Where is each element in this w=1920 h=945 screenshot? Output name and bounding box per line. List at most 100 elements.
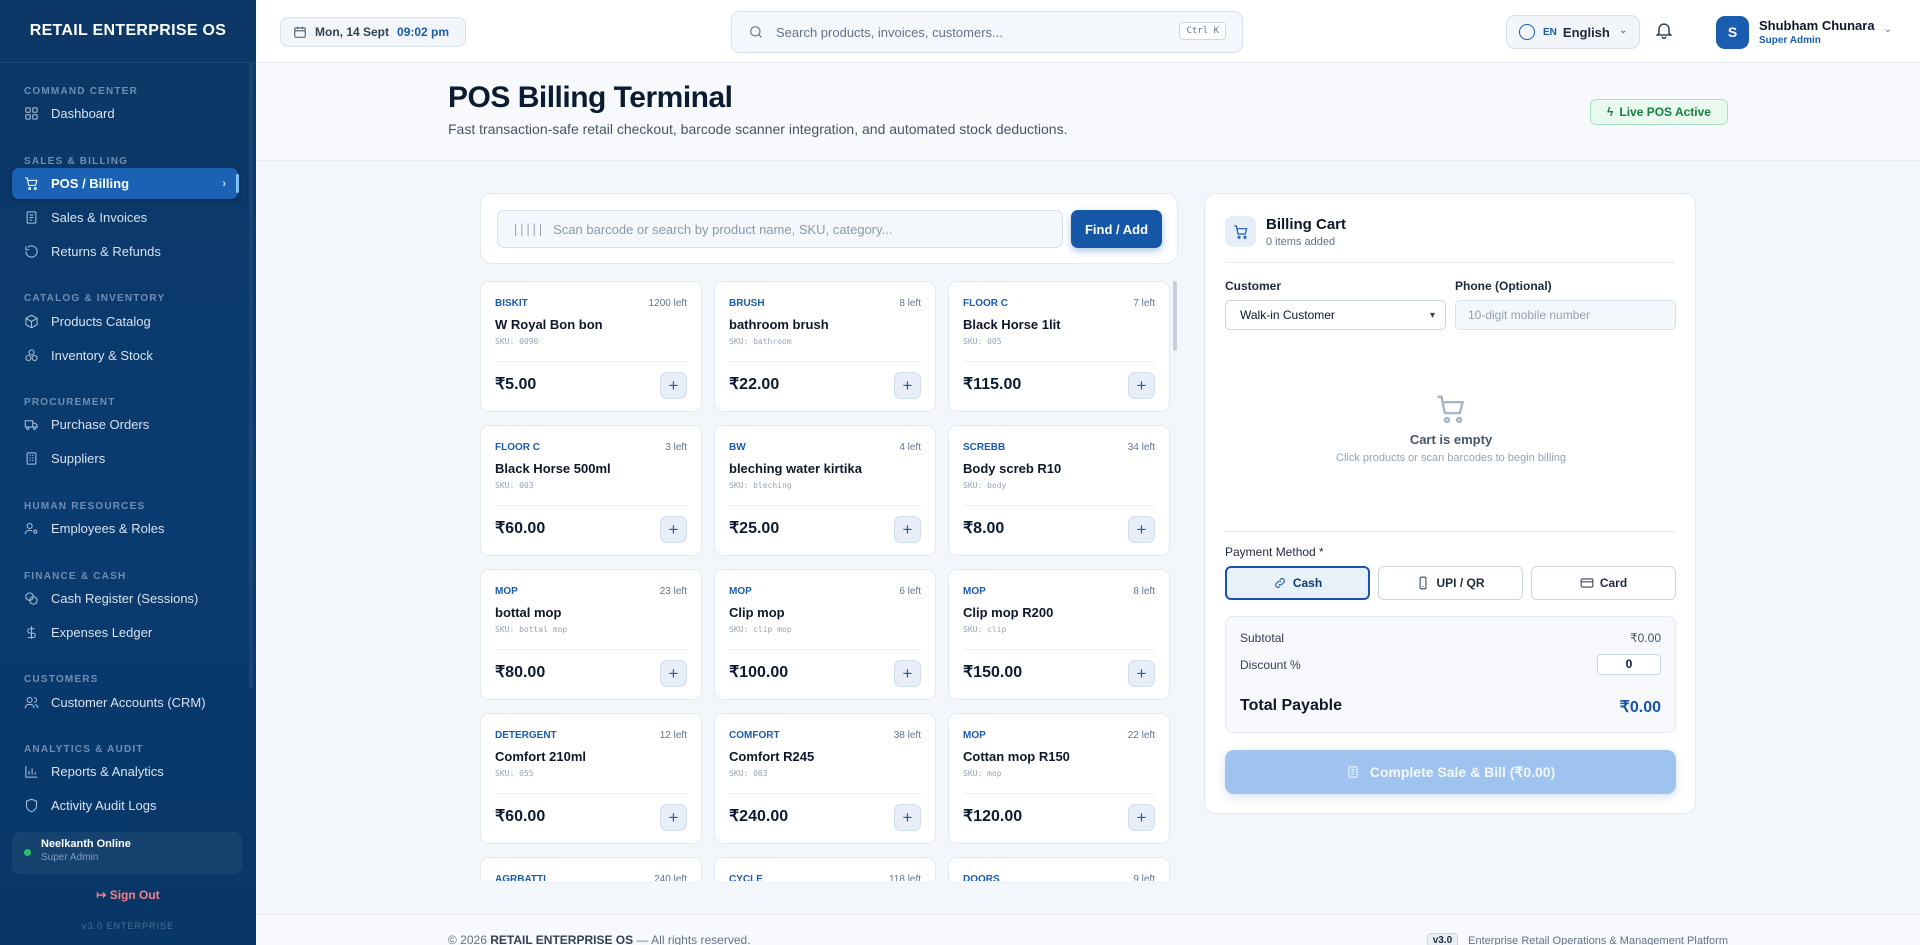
product-name: Comfort 210ml bbox=[495, 749, 587, 764]
add-to-cart-button[interactable]: + bbox=[1128, 804, 1155, 831]
divider bbox=[495, 361, 687, 362]
sidebar-item-purchase-orders[interactable]: Purchase Orders bbox=[12, 409, 238, 440]
product-card[interactable]: CYCLE118 left+ bbox=[714, 857, 936, 881]
sidebar-section-title: ANALYTICS & AUDIT bbox=[24, 744, 144, 755]
sidebar-item-inventory-stock[interactable]: Inventory & Stock bbox=[12, 340, 238, 371]
sidebar-item-reports-analytics[interactable]: Reports & Analytics bbox=[12, 756, 238, 787]
product-card[interactable]: COMFORT 38 left Comfort R245 SKU: 063 ₹240.0… bbox=[714, 713, 936, 844]
product-sku: SKU: body bbox=[963, 481, 1007, 490]
discount-input[interactable]: 0 bbox=[1597, 654, 1661, 675]
divider bbox=[1225, 262, 1675, 263]
avatar: S bbox=[1716, 15, 1749, 49]
sidebar-item-suppliers[interactable]: Suppliers bbox=[12, 443, 238, 474]
footer-tagline: Enterprise Retail Operations & Managemen… bbox=[1468, 934, 1728, 945]
building-icon bbox=[26, 452, 37, 465]
sidebar-item-returns-refunds[interactable]: Returns & Refunds bbox=[12, 236, 238, 267]
bar-chart-icon bbox=[25, 765, 38, 778]
total-payable-value: ₹0.00 bbox=[1619, 699, 1661, 716]
notifications-button[interactable] bbox=[1654, 20, 1676, 42]
online-status-card: Neelkanth Online Super Admin bbox=[12, 832, 242, 874]
payment-card-button[interactable]: Card bbox=[1531, 566, 1676, 600]
product-category: COMFORT bbox=[729, 730, 780, 741]
add-to-cart-button[interactable]: + bbox=[894, 804, 921, 831]
add-to-cart-button[interactable]: + bbox=[894, 516, 921, 543]
empty-cart-icon bbox=[1437, 395, 1465, 424]
sidebar-item-label: Activity Audit Logs bbox=[51, 798, 157, 813]
scanner-panel: ||||| Scan barcode or search by product … bbox=[480, 193, 1178, 264]
product-name: W Royal Bon bon bbox=[495, 317, 603, 332]
payment-cash-button[interactable]: Cash bbox=[1225, 566, 1370, 600]
product-price: ₹100.00 bbox=[729, 664, 789, 681]
divider bbox=[963, 505, 1155, 506]
sidebar-item-activity-audit-logs[interactable]: Activity Audit Logs bbox=[12, 790, 238, 820]
sidebar-item-employees-roles[interactable]: Employees & Roles bbox=[12, 513, 238, 544]
sign-out-button[interactable]: ↦ Sign Out bbox=[0, 888, 256, 902]
user-role: Super Admin bbox=[1759, 35, 1821, 46]
product-category: BW bbox=[729, 442, 746, 453]
sidebar-scrollbar[interactable] bbox=[249, 63, 253, 688]
product-card[interactable]: MOP 6 left Clip mop SKU: clip mop ₹100.00 + bbox=[714, 569, 936, 700]
topbar: Mon, 14 Sept 09:02 pm Search products, i… bbox=[256, 0, 1920, 63]
product-card[interactable]: BW 4 left bleching water kirtika SKU: blech… bbox=[714, 425, 936, 556]
global-search-input[interactable]: Search products, invoices, customers... … bbox=[731, 11, 1243, 53]
add-to-cart-button[interactable]: + bbox=[894, 372, 921, 399]
product-card[interactable]: MOP 8 left Clip mop R200 SKU: clip ₹150.00 + bbox=[948, 569, 1170, 700]
product-card[interactable]: MOP 22 left Cottan mop R150 SKU: mop ₹120.00… bbox=[948, 713, 1170, 844]
phone-input[interactable]: 10-digit mobile number bbox=[1455, 300, 1676, 330]
add-to-cart-button[interactable]: + bbox=[660, 372, 687, 399]
product-card[interactable]: DOORS9 left+ bbox=[948, 857, 1170, 881]
sidebar-item-customer-accounts[interactable]: Customer Accounts (CRM) bbox=[12, 687, 238, 718]
product-card[interactable]: DETERGENT 12 left Comfort 210ml SKU: 055 ₹60… bbox=[480, 713, 702, 844]
sidebar-item-dashboard[interactable]: Dashboard bbox=[12, 98, 238, 129]
sidebar-item-products-catalog[interactable]: Products Catalog bbox=[12, 306, 238, 337]
sidebar-item-sales-invoices[interactable]: Sales & Invoices bbox=[12, 202, 238, 233]
lightning-icon: ϟ bbox=[1607, 105, 1614, 119]
product-card[interactable]: AGRBATTI240 left+ bbox=[480, 857, 702, 881]
barcode-search-input[interactable]: ||||| Scan barcode or search by product … bbox=[497, 210, 1063, 248]
complete-sale-button[interactable]: Complete Sale & Bill (₹0.00) bbox=[1225, 750, 1676, 794]
total-payable-label: Total Payable bbox=[1240, 697, 1342, 714]
add-to-cart-button[interactable]: + bbox=[1128, 660, 1155, 687]
users-icon bbox=[24, 696, 39, 709]
add-to-cart-button[interactable]: + bbox=[660, 804, 687, 831]
product-name: Cottan mop R150 bbox=[963, 749, 1070, 764]
product-name: Clip mop bbox=[729, 605, 785, 620]
add-to-cart-button[interactable]: + bbox=[660, 660, 687, 687]
user-menu[interactable]: S Shubham Chunara Super Admin ⌄ bbox=[1716, 13, 1916, 51]
shortcut-hint: Ctrl K bbox=[1179, 22, 1226, 40]
subtotal-value: ₹0.00 bbox=[1630, 631, 1661, 645]
product-card[interactable]: BISKIT 1200 left W Royal Bon bon SKU: 0096 ₹… bbox=[480, 281, 702, 412]
copyright-suffix: — All rights reserved. bbox=[636, 933, 751, 945]
product-card[interactable]: FLOOR C 3 left Black Horse 500ml SKU: 003 ₹6… bbox=[480, 425, 702, 556]
sidebar-item-expenses-ledger[interactable]: Expenses Ledger bbox=[12, 617, 238, 648]
customer-select-value: Walk-in Customer bbox=[1240, 308, 1335, 322]
product-card[interactable]: FLOOR C 7 left Black Horse 1lit SKU: 005 ₹11… bbox=[948, 281, 1170, 412]
find-add-button[interactable]: Find / Add bbox=[1071, 210, 1162, 248]
sidebar-item-label: Employees & Roles bbox=[51, 521, 165, 536]
add-to-cart-button[interactable]: + bbox=[660, 516, 687, 543]
date-chip: Mon, 14 Sept 09:02 pm bbox=[280, 17, 466, 47]
product-name: Black Horse 500ml bbox=[495, 461, 611, 476]
sidebar-item-pos-billing[interactable]: POS / Billing › bbox=[12, 168, 239, 199]
product-sku: SKU: bottal mop bbox=[495, 625, 568, 634]
add-to-cart-button[interactable]: + bbox=[1128, 372, 1155, 399]
product-stock: 7 left bbox=[1133, 298, 1155, 309]
cart-empty-title: Cart is empty bbox=[1409, 432, 1493, 447]
customer-select[interactable]: Walk-in Customer ▾ bbox=[1225, 300, 1446, 330]
product-card[interactable]: MOP 23 left bottal mop SKU: bottal mop ₹80.0… bbox=[480, 569, 702, 700]
language-selector[interactable]: EN English ⌄ bbox=[1506, 15, 1640, 49]
product-stock: 118 left bbox=[888, 874, 921, 881]
payment-upi-button[interactable]: UPI / QR bbox=[1378, 566, 1523, 600]
barcode-placeholder: Scan barcode or search by product name, … bbox=[553, 221, 893, 237]
product-card[interactable]: BRUSH 8 left bathroom brush SKU: bathroom ₹2… bbox=[714, 281, 936, 412]
search-icon bbox=[750, 26, 762, 38]
add-to-cart-button[interactable]: + bbox=[1128, 516, 1155, 543]
totals-summary: Subtotal ₹0.00 Discount % 0 Total Payabl… bbox=[1225, 616, 1676, 733]
product-grid-scrollbar[interactable] bbox=[1173, 281, 1177, 351]
sidebar-nav: COMMAND CENTER Dashboard SALES & BILLING… bbox=[0, 63, 246, 820]
add-to-cart-button[interactable]: + bbox=[894, 660, 921, 687]
product-card[interactable]: SCREBB 34 left Body screb R10 SKU: body ₹8.0… bbox=[948, 425, 1170, 556]
bell-icon bbox=[1655, 23, 1673, 40]
sidebar-item-cash-register[interactable]: Cash Register (Sessions) bbox=[12, 583, 238, 614]
phone-placeholder: 10-digit mobile number bbox=[1468, 308, 1591, 322]
